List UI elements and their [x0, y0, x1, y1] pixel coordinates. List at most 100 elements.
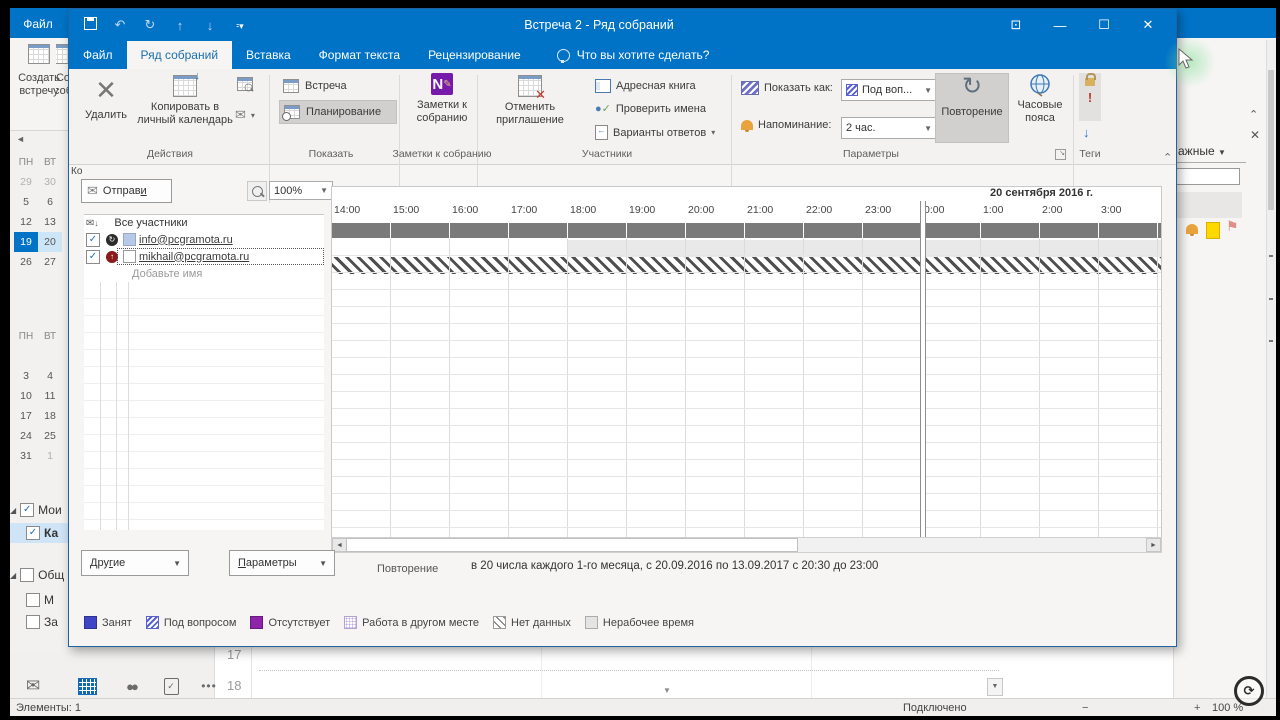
calendar-day[interactable] [38, 346, 62, 366]
send-button[interactable]: ✉ Отправи [81, 179, 172, 203]
grid-zoom-dropdown[interactable]: 100% ▼ [269, 181, 333, 200]
undo-icon[interactable]: ↶ [111, 17, 129, 33]
calendar-day[interactable]: 3 [14, 366, 38, 386]
low-importance-icon[interactable]: ↓ [1083, 125, 1090, 140]
tab-meeting-series[interactable]: Ряд собраний [127, 41, 233, 69]
attendee-checkbox-checked[interactable]: ✓ [86, 233, 100, 247]
save-icon[interactable] [81, 17, 99, 33]
calendar-day[interactable]: 25 [38, 426, 62, 446]
chevron-up-icon[interactable]: ⌃ [1249, 108, 1258, 121]
calendar-day[interactable]: 29 [14, 172, 38, 192]
calendar-day[interactable]: 13 [38, 212, 62, 232]
calendar-day[interactable]: 1 [38, 446, 62, 466]
calendar-day[interactable]: 24 [14, 426, 38, 446]
calendar-day[interactable]: 11 [38, 386, 62, 406]
redo-icon[interactable]: ↻ [141, 17, 159, 33]
tree-shared-calendars[interactable]: ◢ Общ [10, 565, 66, 585]
options-dropdown[interactable]: Параметры ▼ [229, 550, 335, 576]
checkbox-unchecked[interactable] [20, 568, 34, 582]
titlebar[interactable]: ↶ ↻ ↑ ↓ ⹀▾ Встреча 2 - Ряд собраний ⊡ — … [69, 9, 1176, 41]
grid-row-attendee-2-no-data[interactable] [332, 257, 1161, 274]
todo-header[interactable]: ажные ▼ [1178, 144, 1226, 158]
category-yellow-icon[interactable] [1206, 222, 1220, 239]
scrollbar-thumb[interactable] [346, 538, 798, 552]
calendar-day[interactable]: 26 [14, 252, 38, 272]
private-lock-icon[interactable] [1085, 78, 1095, 86]
grid-row-attendee-1[interactable] [332, 240, 1161, 257]
scroll-down-button[interactable]: ▼ [987, 678, 1003, 696]
background-file-tab[interactable]: Файл [10, 10, 66, 38]
mail-nav-icon[interactable]: ✉ [18, 674, 48, 698]
flag-icon[interactable]: ⚑ [1226, 218, 1239, 235]
forward-button[interactable]: ✉ ▾ [235, 107, 255, 123]
reminder-dropdown[interactable]: 2 час. ▼ [841, 117, 937, 139]
checkbox-unchecked[interactable] [26, 593, 40, 607]
cancel-invitation-button[interactable]: ✕ Отменить приглашение [487, 73, 573, 141]
scheduling-view-button[interactable]: Планирование [279, 100, 397, 124]
calendar-day[interactable]: 12 [14, 212, 38, 232]
scrollbar-thumb[interactable] [1268, 70, 1274, 210]
zoom-out-button[interactable]: − [1082, 702, 1088, 714]
high-importance-icon[interactable]: ! [1088, 90, 1092, 105]
chevron-down-icon[interactable]: ▼ [663, 686, 671, 695]
calendar-day[interactable]: 27 [38, 252, 62, 272]
calendar-day[interactable]: 4 [38, 366, 62, 386]
others-dropdown[interactable]: Другие ▼ [81, 550, 189, 576]
calendar-day[interactable]: 17 [14, 406, 38, 426]
recurrence-button[interactable]: ↻ Повторение [935, 73, 1009, 143]
tell-me-box[interactable]: Что вы хотите сделать? [557, 41, 710, 69]
calendar-nav-icon[interactable] [72, 674, 102, 698]
scroll-right-button[interactable]: ► [1146, 538, 1161, 552]
people-nav-icon[interactable]: ●● [116, 674, 146, 698]
calendar-day[interactable]: 20 [38, 232, 62, 252]
expand-arrow-icon[interactable]: ◢ [10, 571, 16, 580]
response-options-button[interactable]: ← Варианты ответов ▾ [595, 125, 715, 140]
attendee-checkbox-checked[interactable]: ✓ [86, 250, 100, 264]
checkbox-unchecked[interactable] [26, 615, 40, 629]
attendee-row-1[interactable]: ✓ ↻ info@pcgramota.ru [84, 231, 324, 248]
tab-insert[interactable]: Вставка [232, 41, 305, 69]
calendar-day[interactable]: 10 [14, 386, 38, 406]
open-calendar-icon[interactable] [237, 77, 253, 91]
up-arrow-icon[interactable]: ↑ [171, 18, 189, 33]
down-arrow-icon[interactable]: ↓ [201, 18, 219, 33]
calendar-day[interactable]: 5 [14, 192, 38, 212]
tasks-nav-icon[interactable]: ✓ [156, 674, 186, 698]
ribbon-display-options-icon[interactable]: ⊡ [994, 9, 1038, 41]
calendar-prev-arrow[interactable]: ◄ [16, 134, 25, 144]
maximize-button[interactable]: ☐ [1082, 9, 1126, 41]
dialog-launcher-icon[interactable]: ↘ [1055, 149, 1066, 160]
copy-to-calendar-button[interactable]: ↓ Копировать в личный календарь [135, 73, 235, 141]
calendar-day[interactable]: 31 [14, 446, 38, 466]
more-nav-icon[interactable]: ••• [194, 674, 224, 698]
attendees-header-row[interactable]: ✉↓ Все участники [84, 214, 324, 232]
customize-qat-icon[interactable]: ⹀▾ [231, 19, 249, 32]
calendar-day[interactable]: 18 [38, 406, 62, 426]
tab-file[interactable]: Файл [69, 41, 127, 69]
checkbox-checked[interactable]: ✓ [26, 526, 40, 540]
show-as-dropdown[interactable]: Под воп... ▼ [841, 79, 937, 101]
collapse-ribbon-icon[interactable]: ⌃ [1163, 151, 1172, 164]
attendee-row-2-selected[interactable]: ✓ ↑ mikhail@pcgramota.ru [84, 248, 324, 265]
tab-format-text[interactable]: Формат текста [305, 41, 414, 69]
tree-my-calendars[interactable]: ◢ ✓ Мои [10, 500, 66, 520]
expand-arrow-icon[interactable]: ◢ [10, 506, 16, 515]
time-zones-button[interactable]: Часовые пояса [1009, 73, 1071, 141]
close-pane-icon[interactable]: ✕ [1250, 128, 1260, 142]
calendar-day[interactable]: 19 [14, 232, 38, 252]
free-busy-grid[interactable]: 20 сентября 2016 г. 14:0015:0016:0017:00… [331, 186, 1162, 539]
calendar-day[interactable]: 30 [38, 172, 62, 192]
zoom-in-button[interactable]: + [1194, 702, 1200, 714]
calendar-day[interactable]: 6 [38, 192, 62, 212]
check-names-button[interactable]: ●✓ Проверить имена [595, 102, 706, 115]
todo-input[interactable] [1176, 168, 1240, 185]
grid-horizontal-scrollbar[interactable]: ◄ ► [331, 537, 1162, 553]
delete-button[interactable]: ✕ Удалить [79, 73, 133, 141]
close-button[interactable]: ✕ [1126, 9, 1170, 41]
calendar-day[interactable] [14, 346, 38, 366]
zoom-search-button[interactable] [247, 181, 267, 201]
address-book-button[interactable]: Адресная книга [595, 79, 696, 93]
checkbox-checked[interactable]: ✓ [20, 503, 34, 517]
add-attendee-row[interactable]: Добавьте имя [84, 265, 324, 282]
meeting-notes-button[interactable]: N✎ Заметки к собранию [409, 73, 475, 141]
